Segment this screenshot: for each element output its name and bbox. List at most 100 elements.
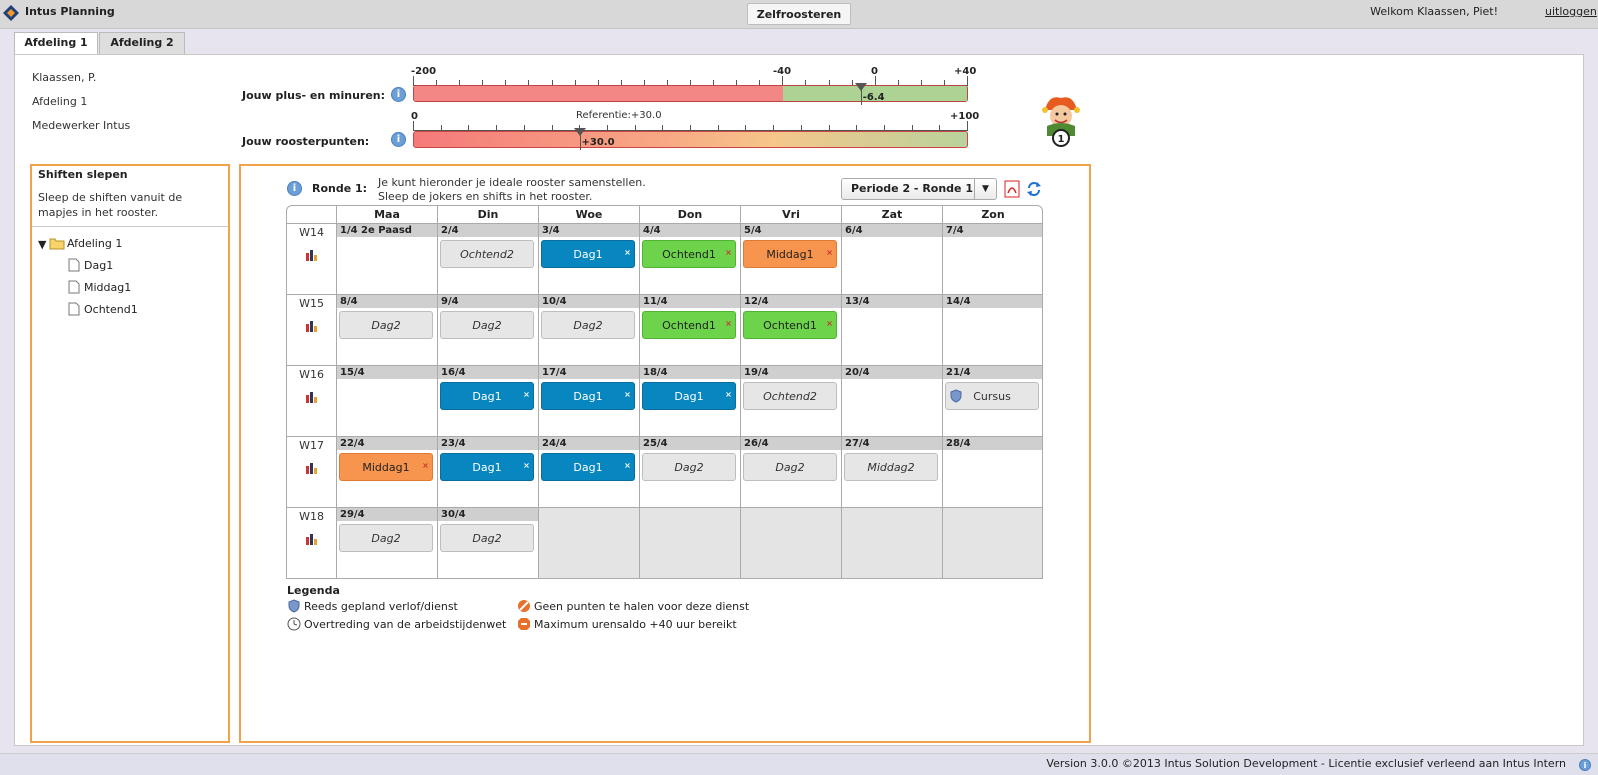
tab-zelfroosteren[interactable]: Zelfroosteren [747, 3, 851, 25]
day-cell[interactable]: 26/4 Dag2 [741, 437, 842, 508]
remove-shift-icon[interactable]: × [422, 462, 429, 470]
day-cell[interactable]: 3/4 Dag1 × [539, 224, 640, 295]
day-cell[interactable]: 11/4 Ochtend1 × [640, 295, 741, 366]
tree-item-middag1[interactable]: Middag1 [84, 281, 131, 294]
day-cell [842, 508, 943, 578]
day-cell[interactable]: 20/4 [842, 366, 943, 437]
shift-block[interactable]: Dag2 [440, 311, 534, 339]
day-cell[interactable]: 9/4 Dag2 [438, 295, 539, 366]
remove-shift-icon[interactable]: × [624, 462, 631, 470]
day-cell[interactable]: 27/4 Middag2 [842, 437, 943, 508]
week-label: W16 [299, 368, 324, 381]
tree-item-dag1[interactable]: Dag1 [84, 259, 113, 272]
tab-afdeling-1[interactable]: Afdeling 1 [14, 32, 98, 55]
day-date: 21/4 [943, 366, 1042, 379]
day-cell[interactable]: 10/4 Dag2 [539, 295, 640, 366]
periode-select[interactable]: Periode 2 - Ronde 1 ▼ [841, 178, 997, 200]
day-date: 14/4 [943, 295, 1042, 308]
day-cell[interactable]: 24/4 Dag1 × [539, 437, 640, 508]
shift-block[interactable]: Ochtend1 × [743, 311, 837, 339]
shift-block[interactable]: Ochtend1 × [642, 240, 736, 268]
shift-block[interactable]: Dag1 × [541, 240, 635, 268]
day-cell[interactable]: 30/4 Dag2 [438, 508, 539, 578]
day-cell[interactable]: 2/4 Ochtend2 [438, 224, 539, 295]
shift-label: Ochtend1 [662, 248, 716, 261]
periode-value: Periode 2 - Ronde 1 [851, 182, 973, 195]
shift-block[interactable]: Ochtend1 × [642, 311, 736, 339]
shift-block[interactable]: Cursus [945, 382, 1039, 410]
joker-icon[interactable]: 1 [1035, 90, 1087, 148]
day-cell[interactable]: 14/4 [943, 295, 1042, 366]
chart-icon[interactable] [305, 532, 319, 546]
shift-block[interactable]: Dag1 × [541, 382, 635, 410]
shift-block[interactable]: Middag2 [844, 453, 938, 481]
shift-block[interactable]: Dag2 [339, 524, 433, 552]
day-cell[interactable]: 25/4 Dag2 [640, 437, 741, 508]
day-cell[interactable]: 6/4 [842, 224, 943, 295]
shift-block[interactable]: Middag1 × [339, 453, 433, 481]
remove-shift-icon[interactable]: × [523, 391, 530, 399]
day-cell[interactable]: 15/4 [337, 366, 438, 437]
day-cell[interactable]: 1/4 2e Paasd [337, 224, 438, 295]
day-cell[interactable]: 18/4 Dag1 × [640, 366, 741, 437]
chart-icon[interactable] [305, 390, 319, 404]
day-date: 18/4 [640, 366, 740, 379]
chart-icon[interactable] [305, 461, 319, 475]
chart-icon[interactable] [305, 319, 319, 333]
shift-block[interactable]: Dag2 [743, 453, 837, 481]
shift-block[interactable]: Dag2 [440, 524, 534, 552]
day-cell[interactable]: 17/4 Dag1 × [539, 366, 640, 437]
tree-folder-label[interactable]: Afdeling 1 [67, 237, 122, 250]
day-cell[interactable]: 4/4 Ochtend1 × [640, 224, 741, 295]
day-header-vri: Vri [741, 206, 842, 224]
chart-icon[interactable] [305, 248, 319, 262]
day-cell[interactable]: 19/4 Ochtend2 [741, 366, 842, 437]
shift-block[interactable]: Dag2 [541, 311, 635, 339]
day-cell[interactable]: 8/4 Dag2 [337, 295, 438, 366]
remove-shift-icon[interactable]: × [725, 391, 732, 399]
week-label: W14 [299, 226, 324, 239]
tab-afdeling-2[interactable]: Afdeling 2 [99, 32, 185, 54]
shift-block[interactable]: Dag1 × [541, 453, 635, 481]
day-cell[interactable]: 16/4 Dag1 × [438, 366, 539, 437]
shift-block[interactable]: Dag1 × [440, 453, 534, 481]
week-header-corner [287, 206, 337, 224]
footer-info-icon[interactable]: i [1579, 759, 1591, 771]
plus-min-info-icon[interactable]: i [391, 87, 406, 102]
shift-block[interactable]: Dag2 [642, 453, 736, 481]
chevron-down-icon[interactable]: ▼ [974, 179, 996, 199]
shift-block[interactable]: Ochtend2 [743, 382, 837, 410]
remove-shift-icon[interactable]: × [624, 391, 631, 399]
remove-shift-icon[interactable]: × [725, 320, 732, 328]
shift-label: Cursus [973, 390, 1011, 403]
plus-min-marker-line [860, 88, 862, 105]
shift-block[interactable]: Dag2 [339, 311, 433, 339]
remove-shift-icon[interactable]: × [826, 320, 833, 328]
pdf-icon[interactable] [1004, 180, 1020, 198]
day-cell[interactable]: 7/4 [943, 224, 1042, 295]
remove-shift-icon[interactable]: × [624, 249, 631, 257]
remove-shift-icon[interactable]: × [826, 249, 833, 257]
day-cell[interactable]: 13/4 [842, 295, 943, 366]
shift-block[interactable]: Ochtend2 [440, 240, 534, 268]
remove-shift-icon[interactable]: × [523, 462, 530, 470]
day-cell[interactable]: 5/4 Middag1 × [741, 224, 842, 295]
day-cell[interactable]: 29/4 Dag2 [337, 508, 438, 578]
day-date: 10/4 [539, 295, 639, 308]
refresh-icon[interactable] [1026, 180, 1042, 198]
tree-item-ochtend1[interactable]: Ochtend1 [84, 303, 138, 316]
day-cell[interactable]: 23/4 Dag1 × [438, 437, 539, 508]
ronde-info-icon[interactable]: i [287, 181, 302, 196]
shift-block[interactable]: Middag1 × [743, 240, 837, 268]
roosterpunten-info-icon[interactable]: i [391, 132, 406, 147]
remove-shift-icon[interactable]: × [725, 249, 732, 257]
day-cell[interactable]: 22/4 Middag1 × [337, 437, 438, 508]
day-cell[interactable]: 21/4 Cursus [943, 366, 1042, 437]
shift-block[interactable]: Dag1 × [440, 382, 534, 410]
day-cell[interactable]: 28/4 [943, 437, 1042, 508]
ruler-tick [690, 125, 691, 130]
logout-link[interactable]: uitloggen [1545, 5, 1597, 18]
shift-block[interactable]: Dag1 × [642, 382, 736, 410]
tree-expand-icon[interactable]: ▼ [38, 238, 46, 251]
day-cell[interactable]: 12/4 Ochtend1 × [741, 295, 842, 366]
